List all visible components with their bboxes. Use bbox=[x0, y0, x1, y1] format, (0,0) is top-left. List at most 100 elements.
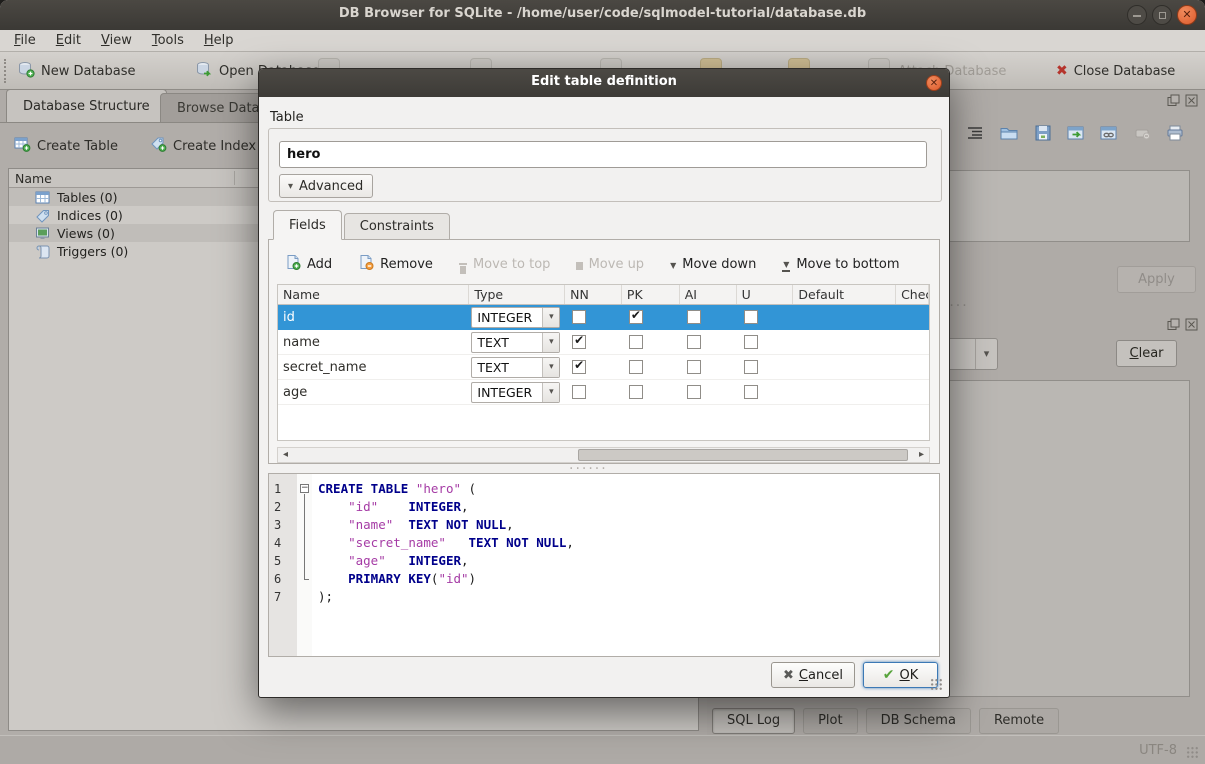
column-header-default[interactable]: Default bbox=[793, 285, 896, 304]
window-title: DB Browser for SQLite - /home/user/code/… bbox=[0, 6, 1205, 21]
fold-line bbox=[304, 494, 305, 579]
print-icon[interactable] bbox=[1162, 120, 1188, 146]
nn-checkbox[interactable]: ✔ bbox=[572, 335, 586, 349]
u-checkbox[interactable] bbox=[744, 310, 758, 324]
field-type-dropdown[interactable]: INTEGER▾ bbox=[471, 382, 560, 403]
ai-checkbox[interactable] bbox=[687, 335, 701, 349]
window-close-button[interactable]: ✕ bbox=[1177, 5, 1197, 25]
u-checkbox[interactable] bbox=[744, 335, 758, 349]
column-separator bbox=[234, 171, 235, 185]
menu-file[interactable]: File bbox=[4, 32, 46, 49]
fold-collapse-icon[interactable]: − bbox=[300, 484, 309, 493]
tab-constraints[interactable]: Constraints bbox=[344, 213, 450, 240]
new-database-icon bbox=[18, 61, 35, 82]
create-table-label: Create Table bbox=[37, 139, 118, 154]
link-icon[interactable] bbox=[1096, 120, 1122, 146]
field-ai-cell bbox=[680, 310, 737, 324]
advanced-button[interactable]: ▾ Advanced bbox=[279, 174, 373, 198]
pk-checkbox[interactable]: ✔ bbox=[629, 310, 643, 324]
create-table-button[interactable]: Create Table bbox=[14, 134, 118, 158]
column-header-u[interactable]: U bbox=[737, 285, 794, 304]
dock-float-icon[interactable] bbox=[1167, 94, 1180, 107]
menu-view[interactable]: View bbox=[91, 32, 142, 49]
field-nn-cell bbox=[565, 310, 622, 324]
action-label: Remove bbox=[380, 257, 433, 272]
sql-line: 6 PRIMARY KEY("id") bbox=[269, 570, 939, 588]
field-row-name[interactable]: nameTEXT▾ ✔ bbox=[278, 330, 929, 355]
ai-checkbox[interactable] bbox=[687, 385, 701, 399]
menu-tools[interactable]: Tools bbox=[142, 32, 194, 49]
field-name-cell[interactable]: name bbox=[278, 335, 469, 350]
add-button[interactable]: Add bbox=[285, 254, 332, 274]
field-type-dropdown[interactable]: TEXT▾ bbox=[471, 332, 560, 353]
ai-checkbox[interactable] bbox=[687, 310, 701, 324]
field-type-cell: INTEGER▾ bbox=[469, 307, 565, 328]
bottom-tab-db-schema[interactable]: DB Schema bbox=[866, 708, 971, 734]
field-name-cell[interactable]: age bbox=[278, 385, 469, 400]
column-header-check[interactable]: Check bbox=[896, 285, 929, 304]
dock-close-icon[interactable] bbox=[1185, 318, 1198, 331]
window-controls: ✕ bbox=[1127, 5, 1197, 25]
bottom-tab-sql-log[interactable]: SQL Log bbox=[712, 708, 795, 734]
dock-float-icon[interactable] bbox=[1167, 318, 1180, 331]
indent-icon[interactable] bbox=[962, 120, 988, 146]
pk-checkbox[interactable] bbox=[629, 385, 643, 399]
dialog-close-button[interactable]: ✕ bbox=[926, 75, 942, 91]
maximize-button[interactable] bbox=[1152, 5, 1172, 25]
clear-button[interactable]: Clear bbox=[1116, 340, 1177, 367]
tab-database-structure[interactable]: Database Structure bbox=[6, 89, 167, 122]
fields-pane: AddRemove▲Move to top▲Move up▼Move down▼… bbox=[268, 239, 940, 464]
nn-checkbox[interactable]: ✔ bbox=[572, 360, 586, 374]
scroll-left-icon[interactable]: ◂ bbox=[278, 448, 293, 462]
create-index-button[interactable]: Create Index bbox=[150, 134, 256, 158]
bottom-tab-remote[interactable]: Remote bbox=[979, 708, 1059, 734]
open-in-window-icon[interactable] bbox=[1063, 120, 1089, 146]
cancel-button[interactable]: ✖ Cancel bbox=[771, 662, 855, 688]
export-icon[interactable] bbox=[1030, 120, 1056, 146]
field-type-dropdown[interactable]: INTEGER▾ bbox=[471, 307, 560, 328]
field-row-secret_name[interactable]: secret_nameTEXT▾ ✔ bbox=[278, 355, 929, 380]
nn-checkbox[interactable] bbox=[572, 385, 586, 399]
move-down-button[interactable]: ▼Move down bbox=[670, 257, 756, 272]
sql-line: 2 "id" INTEGER, bbox=[269, 498, 939, 516]
u-checkbox[interactable] bbox=[744, 360, 758, 374]
column-header-name[interactable]: Name bbox=[278, 285, 469, 304]
check-icon: ✔ bbox=[574, 335, 584, 347]
window-resize-grip[interactable] bbox=[1186, 746, 1199, 759]
field-pk-cell bbox=[622, 360, 680, 374]
pk-checkbox[interactable] bbox=[629, 335, 643, 349]
add-field-icon bbox=[285, 254, 301, 274]
move-to-bottom-button[interactable]: ▼Move to bottom bbox=[782, 256, 899, 273]
close-database-button[interactable]: ✖ Close Database bbox=[1056, 59, 1175, 83]
import-icon[interactable] bbox=[996, 120, 1022, 146]
minimize-button[interactable] bbox=[1127, 5, 1147, 25]
bottom-tab-plot[interactable]: Plot bbox=[803, 708, 858, 734]
column-header-ai[interactable]: AI bbox=[680, 285, 737, 304]
nn-checkbox[interactable] bbox=[572, 310, 586, 324]
field-name-cell[interactable]: secret_name bbox=[278, 360, 469, 375]
new-database-button[interactable]: New Database bbox=[18, 59, 136, 83]
remove-button[interactable]: Remove bbox=[358, 254, 433, 274]
dialog-resize-grip[interactable] bbox=[930, 678, 943, 691]
toolbar-drag-handle[interactable] bbox=[4, 59, 8, 83]
column-header-nn[interactable]: NN bbox=[565, 285, 622, 304]
field-row-age[interactable]: ageINTEGER▾ bbox=[278, 380, 929, 405]
field-name-cell[interactable]: id bbox=[278, 310, 469, 325]
create-table-icon bbox=[14, 136, 31, 156]
table-name-input[interactable] bbox=[279, 141, 927, 168]
scroll-right-icon[interactable]: ▸ bbox=[914, 448, 929, 462]
column-header-pk[interactable]: PK bbox=[622, 285, 680, 304]
field-row-id[interactable]: idINTEGER▾ ✔ bbox=[278, 305, 929, 330]
pk-checkbox[interactable] bbox=[629, 360, 643, 374]
u-checkbox[interactable] bbox=[744, 385, 758, 399]
tab-fields[interactable]: Fields bbox=[273, 210, 342, 240]
column-header-type[interactable]: Type bbox=[469, 285, 565, 304]
dock-close-icon[interactable] bbox=[1185, 94, 1198, 107]
dialog-tabbar: Fields Constraints bbox=[273, 210, 450, 240]
menu-help[interactable]: Help bbox=[194, 32, 244, 49]
menu-edit[interactable]: Edit bbox=[46, 32, 91, 49]
scrollbar-handle[interactable] bbox=[578, 449, 908, 461]
ai-checkbox[interactable] bbox=[687, 360, 701, 374]
ok-button[interactable]: ✔ OK bbox=[863, 662, 938, 688]
field-type-dropdown[interactable]: TEXT▾ bbox=[471, 357, 560, 378]
